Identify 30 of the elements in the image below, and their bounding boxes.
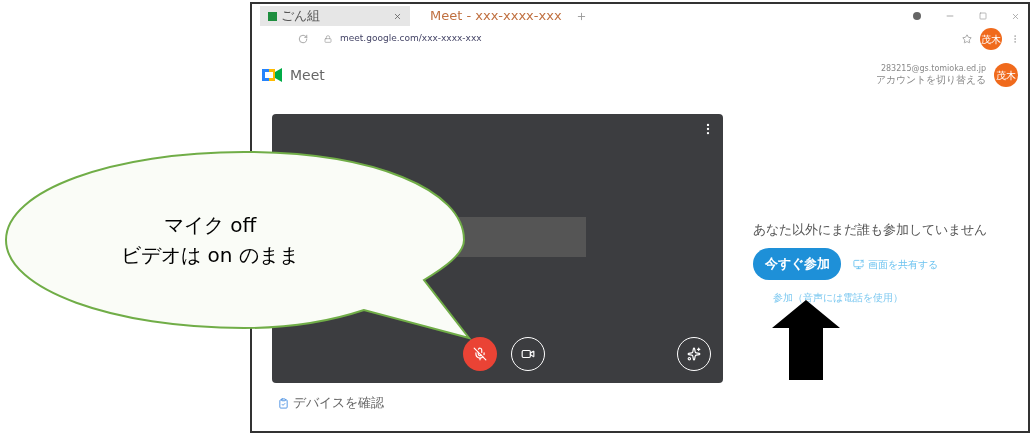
- callout-text: マイク off: [163, 212, 257, 239]
- status-text: あなた以外にまだ誰も参加していません: [753, 222, 987, 238]
- join-button[interactable]: 今すぐ参加: [753, 248, 841, 280]
- tab-title: Meet - xxx-xxxx-xxx: [430, 8, 562, 24]
- switch-account-link[interactable]: アカウントを切り替える: [876, 73, 986, 87]
- clipboard-icon: [278, 397, 289, 409]
- avatar[interactable]: 茂木: [980, 28, 1002, 50]
- muted-microphone-icon: [473, 347, 487, 361]
- maximize-icon[interactable]: [979, 12, 987, 20]
- lock-icon: [324, 35, 332, 43]
- share-screen-icon: [853, 258, 864, 270]
- callout-text: ビデオは on のまま: [121, 242, 299, 269]
- microphone-button[interactable]: [463, 337, 497, 371]
- browser-tab[interactable]: ごん組: [260, 6, 410, 26]
- profile-icon[interactable]: [913, 12, 921, 20]
- star-icon[interactable]: [962, 34, 972, 44]
- reload-icon[interactable]: [298, 34, 308, 44]
- close-icon[interactable]: [393, 11, 402, 21]
- sparkle-icon: [687, 347, 701, 361]
- tab-title: ごん組: [281, 8, 321, 24]
- close-icon[interactable]: [1011, 11, 1020, 21]
- account-email: 283215@gs.tomioka.ed.jp: [880, 63, 986, 74]
- app-title: Meet: [290, 65, 325, 85]
- avatar[interactable]: 茂木: [994, 63, 1018, 87]
- meet-logo-icon: [262, 67, 282, 83]
- share-screen-button[interactable]: 画面を共有する: [853, 256, 938, 272]
- camera-icon: [521, 347, 535, 361]
- check-devices-link[interactable]: デバイスを確認: [293, 395, 384, 411]
- address-bar[interactable]: meet.google.com/xxx-xxxx-xxx: [340, 32, 954, 46]
- new-tab-icon[interactable]: [576, 10, 587, 22]
